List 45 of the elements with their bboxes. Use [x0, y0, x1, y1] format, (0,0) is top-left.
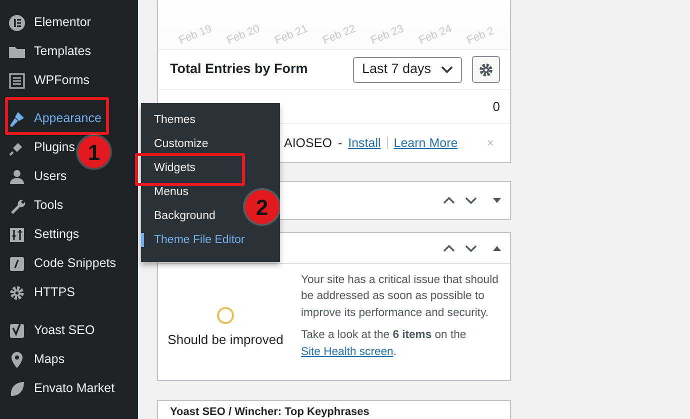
sidebar-item[interactable]: Envato Market [0, 374, 115, 403]
person-icon [8, 168, 26, 186]
range-select[interactable]: Last 7 days [352, 56, 462, 82]
leaf-icon [8, 380, 26, 398]
submenu-item[interactable]: Background [141, 209, 216, 223]
entry-count: 0 [492, 98, 500, 116]
submenu-item[interactable]: Theme File Editor [141, 233, 245, 247]
sidebar-item[interactable]: Maps [0, 345, 65, 374]
separator-text: - [338, 134, 342, 152]
gear-icon [8, 284, 26, 302]
submenu-item[interactable]: Widgets [141, 161, 196, 175]
panel-title: Total Entries by Form [170, 60, 309, 78]
status-ring-icon [217, 306, 234, 324]
chevron-down-icon [441, 65, 453, 74]
sidebar-item[interactable]: HTTPS [0, 278, 75, 307]
form-icon [8, 72, 26, 90]
brush-icon [8, 110, 26, 128]
code-icon [8, 254, 26, 272]
submenu-item[interactable]: Customize [141, 137, 208, 151]
elementor-icon [8, 14, 26, 32]
health-hint: Take a look at the 6 items on the Site Health screen. [301, 328, 468, 360]
health-message: Your site has a critical issue that should be addressed as soon as possible to improve its performance and security. [301, 273, 500, 321]
notice-link[interactable]: Install [348, 134, 381, 152]
submenu-item[interactable]: Themes [141, 113, 196, 127]
collapse-toggle[interactable] [492, 244, 502, 252]
site-health-link[interactable]: Site Health screen [301, 346, 394, 358]
sidebar-item[interactable]: Elementor [0, 8, 91, 37]
expand-toggle[interactable] [492, 196, 502, 204]
sidebar-item[interactable]: Settings [0, 220, 80, 249]
sidebar-item[interactable]: Plugins [0, 133, 75, 162]
sidebar-item[interactable]: Tools [0, 191, 64, 220]
gear-icon [478, 62, 494, 78]
submenu-item[interactable]: Menus [141, 185, 189, 199]
notice-text: AIOSEO [284, 134, 332, 152]
sidebar-item[interactable]: Users [0, 162, 67, 191]
sliders-icon [8, 226, 26, 244]
sidebar-item[interactable]: Code Snippets [0, 249, 116, 278]
sidebar-item[interactable]: Yoast SEO [0, 316, 95, 345]
settings-button[interactable] [472, 56, 500, 83]
sidebar-item[interactable]: Appearance [0, 104, 102, 133]
sidebar-item[interactable]: WPForms [0, 66, 90, 95]
panel-title: Yoast SEO / Wincher: Top Keyphrases [169, 405, 370, 419]
health-status: Should be improved [168, 330, 284, 349]
sidebar-item[interactable]: Templates [0, 37, 91, 66]
notice-link[interactable]: Learn More [394, 134, 458, 152]
